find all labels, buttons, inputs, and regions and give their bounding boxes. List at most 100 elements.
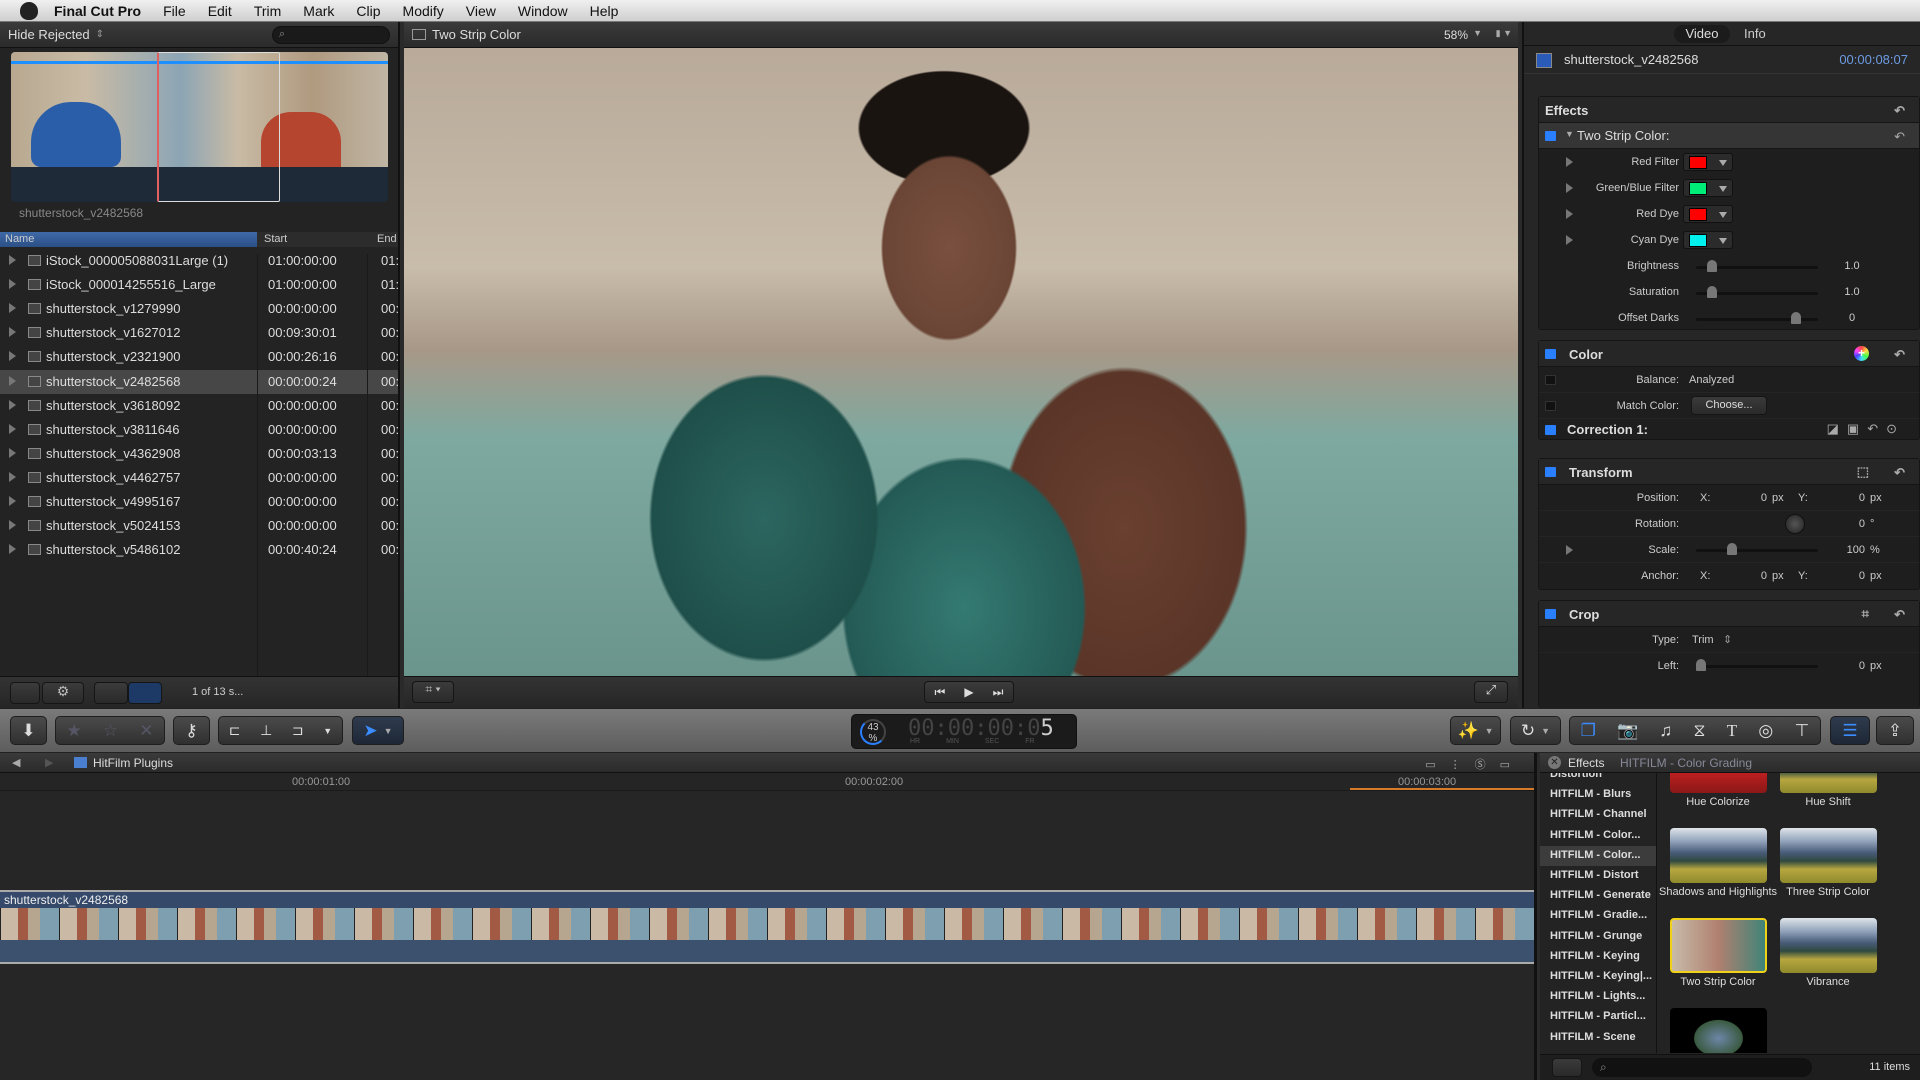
video-skimming-icon[interactable]: ▭ <box>1425 759 1449 771</box>
menu-edit[interactable]: Edit <box>197 3 243 19</box>
list-view-button[interactable] <box>128 682 162 704</box>
param-value[interactable]: 1.0 <box>1839 260 1865 272</box>
correction-tools[interactable]: ◪▣↶⊙ <box>1827 421 1905 437</box>
correction-checkbox[interactable] <box>1545 425 1556 435</box>
disclosure-icon[interactable] <box>9 423 16 434</box>
position-y-value[interactable]: 0 <box>1849 492 1865 504</box>
video-frame[interactable] <box>404 48 1518 676</box>
position-x-value[interactable]: 0 <box>1749 492 1767 504</box>
go-to-color-board-icon[interactable]: ⊙ <box>1886 421 1905 436</box>
effect-thumbnail[interactable] <box>1670 1008 1767 1053</box>
favorite-star-icon[interactable]: ★ <box>67 721 82 741</box>
color-well[interactable] <box>1683 205 1733 223</box>
effects-category[interactable]: HITFILM - Channel <box>1540 805 1656 825</box>
crop-enable-checkbox[interactable] <box>1545 609 1556 619</box>
chevron-down-icon[interactable]: ▼ <box>323 726 332 736</box>
disclosure-icon[interactable] <box>9 327 16 338</box>
back-arrow-icon[interactable]: ◀ <box>12 756 20 769</box>
effect-thumbnail[interactable] <box>1780 828 1877 883</box>
browser-row[interactable]: shutterstock_v4995167 00:00:00:00 00: <box>0 490 398 514</box>
view-options-icon[interactable]: ▮ ▼ <box>1496 28 1512 39</box>
color-board-add-icon[interactable]: + <box>1854 346 1869 361</box>
browser-row[interactable]: shutterstock_v3811646 00:00:00:00 00: <box>0 418 398 442</box>
reset-icon[interactable]: ↶ <box>1894 129 1905 145</box>
anchor-y-value[interactable]: 0 <box>1849 570 1865 582</box>
play-icon[interactable]: ▶ <box>964 685 973 699</box>
unrate-star-icon[interactable]: ☆ <box>103 721 118 741</box>
color-swatch[interactable] <box>1689 182 1707 195</box>
filmstrip-toggle-button[interactable] <box>10 682 40 704</box>
chevron-down-icon[interactable] <box>1719 212 1727 218</box>
transform-tool-button[interactable]: ⌗ ▾ <box>412 681 454 703</box>
effects-category[interactable]: HITFILM - Grunge <box>1540 927 1656 947</box>
import-button[interactable]: ⬇ <box>10 716 47 745</box>
choose-button[interactable]: Choose... <box>1691 396 1767 415</box>
browser-row[interactable]: shutterstock_v4462757 00:00:00:00 00: <box>0 466 398 490</box>
menu-help[interactable]: Help <box>579 3 630 19</box>
anchor-x-value[interactable]: 0 <box>1749 570 1767 582</box>
reset-icon[interactable]: ↶ <box>1867 421 1886 436</box>
color-swatch[interactable] <box>1689 234 1707 247</box>
solo-icon[interactable]: Ⓢ <box>1475 759 1500 771</box>
disclosure-icon[interactable] <box>9 375 16 386</box>
forward-arrow-icon[interactable]: ▶ <box>45 756 53 769</box>
param-slider[interactable] <box>1696 260 1818 272</box>
column-name[interactable]: Name <box>0 232 257 247</box>
color-enable-checkbox[interactable] <box>1545 349 1556 359</box>
browser-row[interactable]: iStock_000014255516_Large 01:00:00:00 01: <box>0 273 398 297</box>
photos-browser-icon[interactable]: 📷 <box>1617 721 1638 741</box>
connect-clip-icon[interactable]: ⊏ <box>229 722 241 739</box>
disclosure-icon[interactable] <box>9 279 16 290</box>
disclosure-icon[interactable] <box>9 399 16 410</box>
keyword-button[interactable]: ⚷ <box>173 716 210 745</box>
background-render-progress[interactable]: 43% <box>860 719 886 745</box>
reset-icon[interactable]: ↶ <box>1894 465 1905 481</box>
menu-clip[interactable]: Clip <box>345 3 391 19</box>
effects-category[interactable]: HITFILM - Scene <box>1540 1028 1656 1048</box>
close-icon[interactable]: ✕ <box>1548 756 1561 769</box>
disclosure-icon[interactable] <box>9 303 16 314</box>
effect-thumbnail[interactable] <box>1670 773 1767 793</box>
color-swatch[interactable] <box>1689 208 1707 221</box>
next-icon[interactable]: ⏭ <box>993 685 1004 700</box>
chevron-down-icon[interactable] <box>1719 160 1727 166</box>
clip-filmstrip[interactable] <box>11 52 388 202</box>
menu-file[interactable]: File <box>152 3 197 19</box>
insert-clip-icon[interactable]: ⊥ <box>260 722 272 739</box>
chevron-down-icon[interactable] <box>1719 186 1727 192</box>
effects-category[interactable]: HITFILM - Gradie... <box>1540 906 1656 926</box>
browser-row[interactable]: shutterstock_v2482568 00:00:00:24 00: <box>0 369 398 394</box>
retime-button[interactable]: ↻ ▼ <box>1510 716 1561 745</box>
effects-category[interactable]: HITFILM - Keying|... <box>1540 967 1656 987</box>
generators-browser-icon[interactable]: ◎ <box>1758 721 1773 741</box>
color-well[interactable] <box>1683 231 1733 249</box>
effects-category[interactable]: HITFILM - Blurs <box>1540 785 1656 805</box>
effects-category[interactable]: Distortion <box>1540 773 1656 785</box>
reject-x-icon[interactable]: ✕ <box>139 721 153 741</box>
titles-browser-icon[interactable]: T <box>1727 721 1737 741</box>
reset-icon[interactable]: ↶ <box>1894 607 1905 623</box>
effect-thumbnail[interactable] <box>1780 773 1877 793</box>
param-value[interactable]: 1.0 <box>1839 286 1865 298</box>
effects-browser-icon[interactable]: ❐ <box>1581 721 1596 741</box>
column-end[interactable]: End <box>377 233 397 245</box>
slider-thumb[interactable] <box>1696 659 1706 671</box>
crop-left-value[interactable]: 0 <box>1849 660 1865 672</box>
timeline-clip[interactable]: shutterstock_v2482568 <box>0 890 1534 964</box>
zoom-popup[interactable]: 58% <box>1444 28 1468 42</box>
disclosure-icon[interactable] <box>9 544 16 555</box>
effects-category[interactable]: HITFILM - Particl... <box>1540 1007 1656 1027</box>
updown-icon[interactable]: ⇕ <box>1723 633 1732 646</box>
enhancements-button[interactable]: ✨ ▼ <box>1450 716 1501 745</box>
effect-thumbnail[interactable] <box>1780 918 1877 973</box>
reset-icon[interactable]: ↶ <box>1894 347 1905 363</box>
tab-info[interactable]: Info <box>1744 26 1766 41</box>
crop-onscreen-icon[interactable]: ⌗ <box>1862 606 1869 622</box>
apple-menu-icon[interactable] <box>20 1 38 20</box>
menu-mark[interactable]: Mark <box>292 3 345 19</box>
dashboard-timecode[interactable]: 43% 00:00:00:05 HR MIN SEC FR <box>851 714 1077 749</box>
browser-row[interactable]: shutterstock_v5486102 00:00:40:24 00: <box>0 538 398 562</box>
snapping-icon[interactable]: ▭ <box>1500 759 1524 771</box>
slider-thumb[interactable] <box>1707 286 1718 298</box>
browser-row[interactable]: shutterstock_v4362908 00:00:03:13 00: <box>0 442 398 466</box>
